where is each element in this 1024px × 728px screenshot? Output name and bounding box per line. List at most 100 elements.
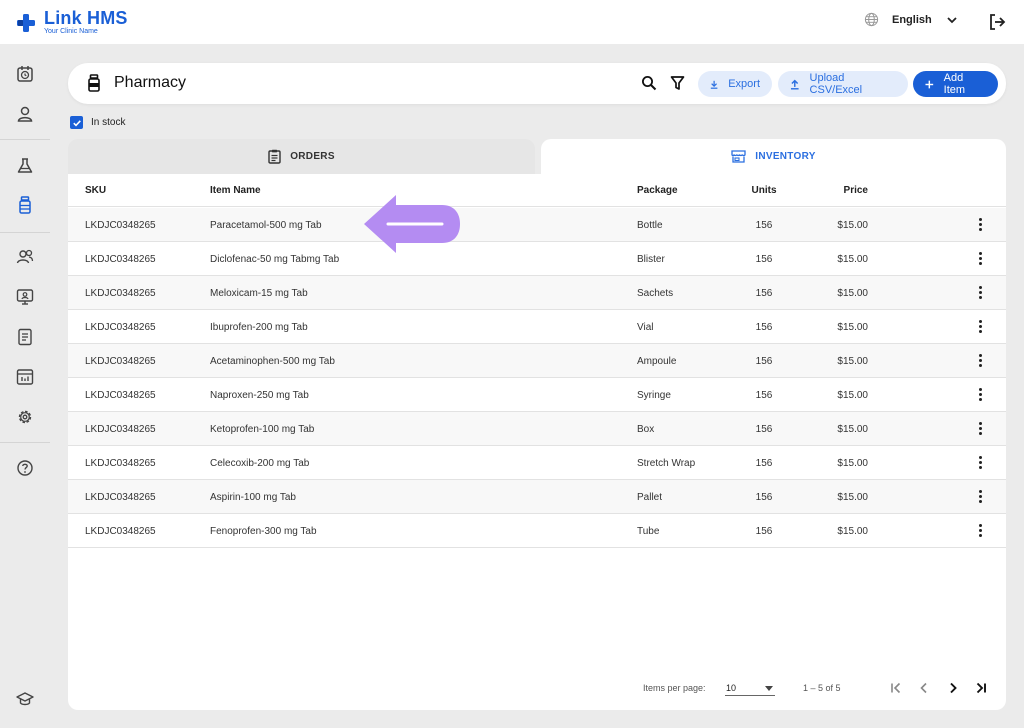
cell-sku: LKDJC0348265 [85, 458, 156, 469]
monitor-user-icon[interactable] [15, 287, 35, 307]
next-page-icon[interactable] [945, 680, 961, 696]
table-row[interactable]: LKDJC0348265 Aspirin-100 mg Tab Pallet 1… [68, 480, 1006, 514]
cell-price: $15.00 [837, 288, 868, 299]
chevron-down-icon [947, 16, 957, 23]
cell-sku: LKDJC0348265 [85, 288, 156, 299]
table-row[interactable]: LKDJC0348265 Celecoxib-200 mg Tab Stretc… [68, 446, 1006, 480]
document-list-icon[interactable] [15, 327, 35, 347]
app-logo[interactable]: Link HMS Your Clinic Name [16, 9, 128, 35]
table-header: SKU Item Name Package Units Price [68, 174, 1006, 207]
row-menu-icon[interactable] [976, 217, 984, 233]
column-header-package[interactable]: Package [637, 185, 678, 196]
checkmark-icon [72, 119, 81, 127]
cell-item-name: Naproxen-250 mg Tab [210, 390, 309, 401]
staff-group-icon[interactable] [15, 247, 35, 267]
top-bar: Link HMS Your Clinic Name English [0, 0, 1024, 44]
help-icon[interactable] [15, 458, 35, 478]
plus-icon [925, 80, 934, 88]
table-row[interactable]: LKDJC0348265 Fenoprofen-300 mg Tab Tube … [68, 514, 1006, 548]
column-header-item-name[interactable]: Item Name [210, 185, 261, 196]
cell-units: 156 [755, 458, 773, 469]
cell-sku: LKDJC0348265 [85, 322, 156, 333]
gear-icon[interactable] [15, 407, 35, 427]
table-row[interactable]: LKDJC0348265 Ibuprofen-200 mg Tab Vial 1… [68, 310, 1006, 344]
cell-units: 156 [755, 356, 773, 367]
cell-package: Bottle [637, 220, 663, 231]
first-page-icon[interactable] [888, 680, 904, 696]
sidebar-divider [0, 232, 50, 233]
row-menu-icon[interactable] [976, 387, 984, 403]
table-row[interactable]: LKDJC0348265 Naproxen-250 mg Tab Syringe… [68, 378, 1006, 412]
calendar-clock-icon[interactable] [15, 64, 35, 84]
row-menu-icon[interactable] [976, 455, 984, 471]
tab-inventory[interactable]: INVENTORY [541, 139, 1006, 174]
cell-price: $15.00 [837, 322, 868, 333]
language-selector[interactable]: English [864, 12, 958, 27]
pharmacy-bottle-icon [88, 74, 100, 92]
app-name: Link HMS [44, 8, 128, 28]
cell-sku: LKDJC0348265 [85, 492, 156, 503]
table-row[interactable]: LKDJC0348265 Ketoprofen-100 mg Tab Box 1… [68, 412, 1006, 446]
user-icon[interactable] [15, 104, 35, 124]
download-icon [710, 80, 718, 89]
items-per-page-label: Items per page: [643, 683, 706, 693]
in-stock-checkbox[interactable] [70, 116, 83, 129]
column-header-units[interactable]: Units [744, 185, 784, 196]
cell-package: Syringe [637, 390, 671, 401]
cell-sku: LKDJC0348265 [85, 526, 156, 537]
export-button[interactable]: Export [698, 71, 772, 97]
dropdown-caret-icon [765, 686, 773, 691]
cell-sku: LKDJC0348265 [85, 424, 156, 435]
tab-orders[interactable]: ORDERS [68, 139, 535, 174]
items-per-page-value: 10 [726, 683, 737, 693]
cell-package: Ampoule [637, 356, 677, 367]
cell-item-name: Ketoprofen-100 mg Tab [210, 424, 315, 435]
cell-item-name: Diclofenac-50 mg Tabmg Tab [210, 254, 340, 265]
tab-inventory-label: INVENTORY [755, 151, 816, 162]
table-row[interactable]: LKDJC0348265 Diclofenac-50 mg Tabmg Tab … [68, 242, 1006, 276]
cell-price: $15.00 [837, 390, 868, 401]
page-range: 1 – 5 of 5 [803, 683, 841, 693]
cell-item-name: Meloxicam-15 mg Tab [210, 288, 308, 299]
cell-sku: LKDJC0348265 [85, 356, 156, 367]
table-row[interactable]: LKDJC0348265 Paracetamol-500 mg Tab Bott… [68, 208, 1006, 242]
sidebar-divider [0, 442, 50, 443]
sidebar-divider [0, 139, 50, 140]
reports-chart-icon[interactable] [15, 367, 35, 387]
previous-page-icon[interactable] [916, 680, 932, 696]
column-header-sku[interactable]: SKU [85, 185, 106, 196]
cell-item-name: Aspirin-100 mg Tab [210, 492, 296, 503]
store-icon [731, 150, 746, 163]
table-row[interactable]: LKDJC0348265 Acetaminophen-500 mg Tab Am… [68, 344, 1006, 378]
row-menu-icon[interactable] [976, 285, 984, 301]
items-per-page-select[interactable]: 10 [725, 680, 775, 696]
row-menu-icon[interactable] [976, 421, 984, 437]
search-icon[interactable] [641, 75, 657, 91]
row-menu-icon[interactable] [976, 251, 984, 267]
row-menu-icon[interactable] [976, 523, 984, 539]
clinic-name: Your Clinic Name [44, 28, 98, 35]
cell-units: 156 [755, 424, 773, 435]
column-header-price[interactable]: Price [818, 185, 868, 196]
lab-flask-icon[interactable] [15, 156, 35, 176]
page-header: Pharmacy Export Upload CSV/Excel Add Ite… [68, 63, 1006, 104]
row-menu-icon[interactable] [976, 489, 984, 505]
logo-cross-icon [17, 14, 35, 32]
upload-csv-button[interactable]: Upload CSV/Excel [778, 71, 908, 97]
logout-icon[interactable] [988, 13, 1006, 31]
filter-icon[interactable] [670, 75, 685, 91]
add-item-button[interactable]: Add Item [913, 71, 998, 97]
last-page-icon[interactable] [973, 680, 989, 696]
row-menu-icon[interactable] [976, 353, 984, 369]
cell-item-name: Acetaminophen-500 mg Tab [210, 356, 335, 367]
cell-item-name: Ibuprofen-200 mg Tab [210, 322, 308, 333]
in-stock-filter[interactable]: In stock [70, 116, 125, 129]
pharmacy-bottle-icon[interactable] [15, 195, 35, 215]
cell-item-name: Paracetamol-500 mg Tab [210, 220, 322, 231]
cell-price: $15.00 [837, 220, 868, 231]
language-label: English [892, 13, 932, 26]
row-menu-icon[interactable] [976, 319, 984, 335]
table-row[interactable]: LKDJC0348265 Meloxicam-15 mg Tab Sachets… [68, 276, 1006, 310]
cell-units: 156 [755, 254, 773, 265]
graduation-cap-icon[interactable] [15, 689, 35, 709]
